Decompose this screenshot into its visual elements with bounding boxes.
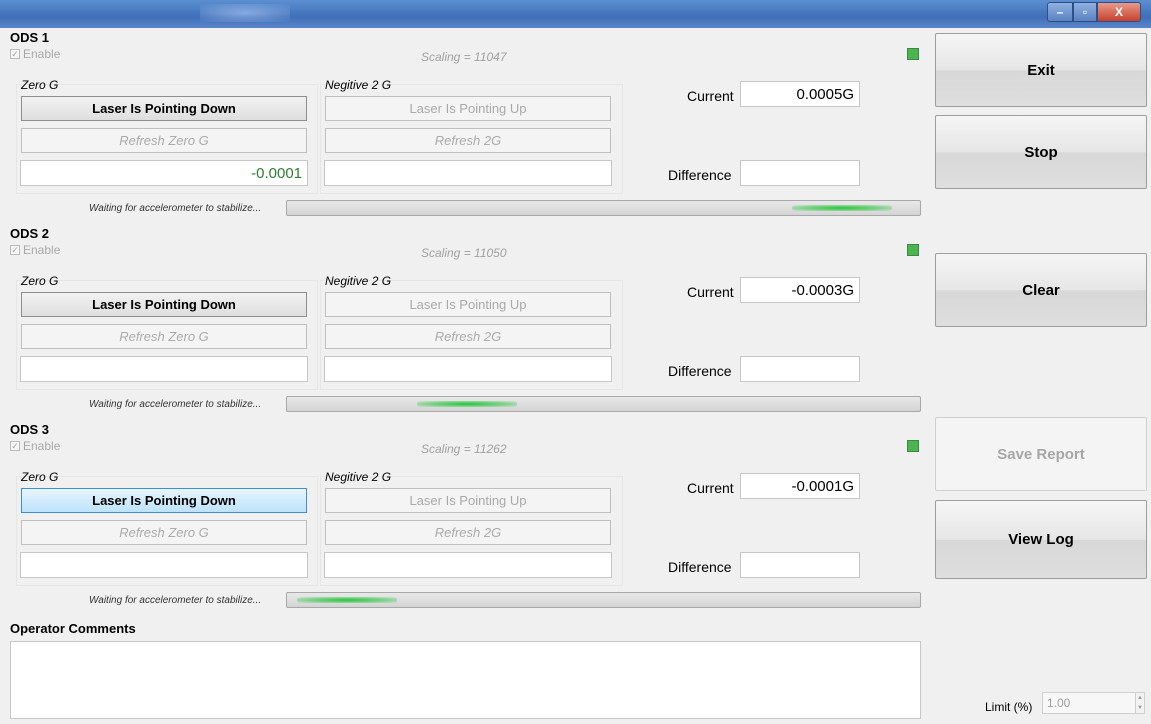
ods-panel-1: ODS 1 ✓ Enable Scaling = 11047 Zero G Ne…	[9, 30, 922, 220]
maximize-button[interactable]: ▫	[1073, 2, 1097, 22]
spin-up-icon[interactable]: ▲	[1137, 695, 1143, 701]
neg2g-value-field[interactable]	[324, 552, 612, 578]
limit-label: Limit (%)	[985, 700, 1033, 714]
neg2g-value-field[interactable]	[324, 356, 612, 382]
window-title-bar: – ▫ X	[0, 0, 1151, 28]
status-led-icon	[907, 48, 919, 60]
enable-checkbox[interactable]: ✓ Enable	[10, 243, 60, 257]
neg2g-label: Negitive 2 G	[325, 470, 392, 484]
refresh-2g-button[interactable]: Refresh 2G	[325, 520, 611, 545]
difference-value-field	[740, 160, 860, 186]
current-label: Current	[687, 284, 734, 300]
ods-title: ODS 1	[10, 30, 50, 45]
current-value-field: -0.0001G	[740, 473, 860, 499]
checkbox-check-icon: ✓	[10, 49, 20, 59]
scaling-label: Scaling = 11262	[421, 442, 507, 456]
zero-g-value-field[interactable]: -0.0001	[20, 160, 308, 186]
neg2g-label: Negitive 2 G	[325, 78, 392, 92]
laser-up-button[interactable]: Laser Is Pointing Up	[325, 292, 611, 317]
operator-comments-label: Operator Comments	[10, 621, 136, 636]
stop-button[interactable]: Stop	[935, 115, 1147, 189]
laser-up-button[interactable]: Laser Is Pointing Up	[325, 96, 611, 121]
enable-checkbox[interactable]: ✓ Enable	[10, 439, 60, 453]
laser-down-button[interactable]: Laser Is Pointing Down	[21, 96, 307, 121]
enable-label: Enable	[23, 47, 61, 61]
title-glow	[200, 4, 290, 22]
progress-pulse	[792, 205, 892, 211]
window-controls: – ▫ X	[1047, 2, 1141, 22]
view-log-button[interactable]: View Log	[935, 500, 1147, 579]
refresh-2g-button[interactable]: Refresh 2G	[325, 324, 611, 349]
enable-label: Enable	[23, 439, 61, 453]
progress-bar	[286, 200, 921, 216]
checkbox-check-icon: ✓	[10, 245, 20, 255]
exit-button[interactable]: Exit	[935, 33, 1147, 107]
minimize-button[interactable]: –	[1047, 2, 1073, 22]
laser-down-button[interactable]: Laser Is Pointing Down	[21, 488, 307, 513]
limit-spinner[interactable]: ▲ ▼	[1135, 692, 1145, 714]
refresh-zero-g-button[interactable]: Refresh Zero G	[21, 324, 307, 349]
checkbox-check-icon: ✓	[10, 441, 20, 451]
status-text: Waiting for accelerometer to stabilize..…	[89, 595, 262, 606]
difference-value-field	[740, 552, 860, 578]
progress-bar	[286, 396, 921, 412]
neg2g-label: Negitive 2 G	[325, 274, 392, 288]
zero-g-label: Zero G	[21, 274, 59, 288]
difference-label: Difference	[668, 167, 732, 183]
operator-comments-field[interactable]	[10, 641, 921, 719]
refresh-2g-button[interactable]: Refresh 2G	[325, 128, 611, 153]
zero-g-label: Zero G	[21, 470, 59, 484]
current-value-field: 0.0005G	[740, 81, 860, 107]
current-value-field: -0.0003G	[740, 277, 860, 303]
status-led-icon	[907, 244, 919, 256]
current-label: Current	[687, 480, 734, 496]
progress-bar	[286, 592, 921, 608]
progress-pulse	[297, 597, 397, 603]
close-button[interactable]: X	[1097, 2, 1141, 22]
difference-label: Difference	[668, 363, 732, 379]
zero-g-label: Zero G	[21, 78, 59, 92]
clear-button[interactable]: Clear	[935, 253, 1147, 327]
zero-g-value-field[interactable]	[20, 552, 308, 578]
ods-panel-3: ODS 3 ✓ Enable Scaling = 11262 Zero G Ne…	[9, 422, 922, 612]
scaling-label: Scaling = 11050	[421, 246, 507, 260]
zero-g-value-field[interactable]	[20, 356, 308, 382]
current-label: Current	[687, 88, 734, 104]
difference-value-field	[740, 356, 860, 382]
ods-title: ODS 3	[10, 422, 50, 437]
ods-title: ODS 2	[10, 226, 50, 241]
status-text: Waiting for accelerometer to stabilize..…	[89, 203, 262, 214]
status-led-icon	[907, 440, 919, 452]
status-text: Waiting for accelerometer to stabilize..…	[89, 399, 262, 410]
ods-panel-2: ODS 2 ✓ Enable Scaling = 11050 Zero G Ne…	[9, 226, 922, 416]
limit-input[interactable]: 1.00	[1042, 692, 1136, 714]
enable-label: Enable	[23, 243, 61, 257]
laser-up-button[interactable]: Laser Is Pointing Up	[325, 488, 611, 513]
scaling-label: Scaling = 11047	[421, 50, 507, 64]
enable-checkbox[interactable]: ✓ Enable	[10, 47, 60, 61]
neg2g-value-field[interactable]	[324, 160, 612, 186]
progress-pulse	[417, 401, 517, 407]
refresh-zero-g-button[interactable]: Refresh Zero G	[21, 128, 307, 153]
difference-label: Difference	[668, 559, 732, 575]
laser-down-button[interactable]: Laser Is Pointing Down	[21, 292, 307, 317]
spin-down-icon[interactable]: ▼	[1137, 705, 1143, 711]
refresh-zero-g-button[interactable]: Refresh Zero G	[21, 520, 307, 545]
save-report-button[interactable]: Save Report	[935, 417, 1147, 491]
